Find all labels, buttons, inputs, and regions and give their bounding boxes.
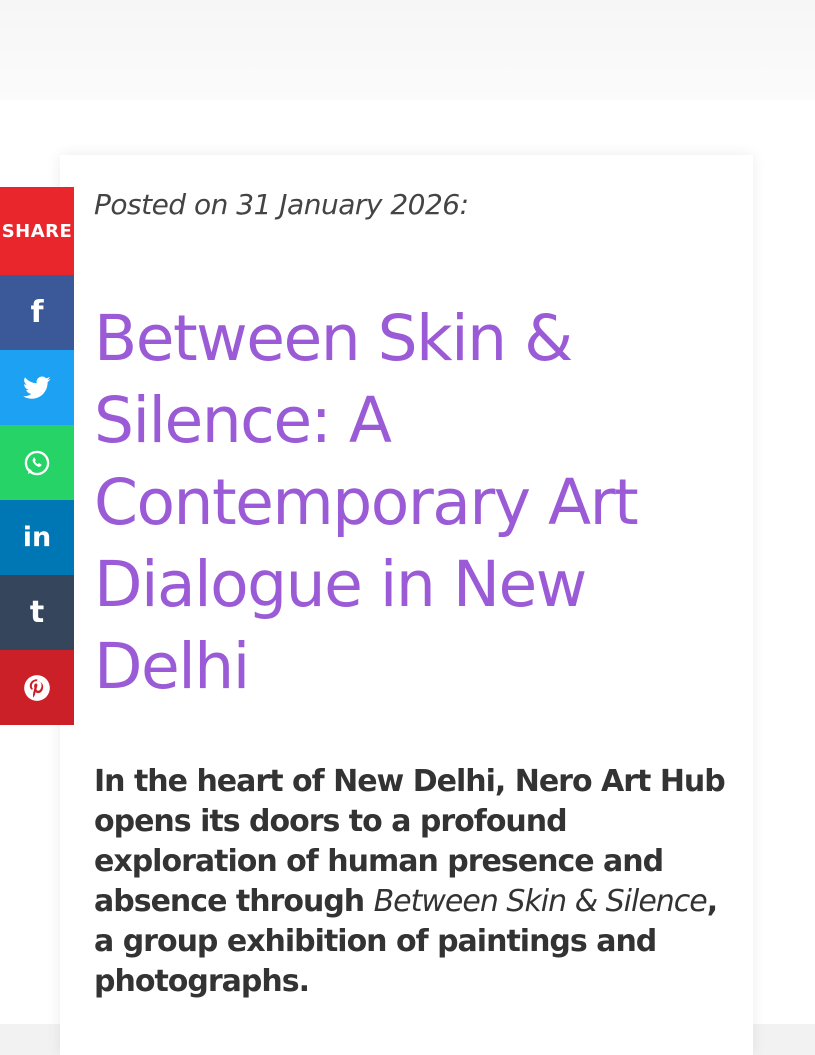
- pinterest-share-button[interactable]: [0, 650, 74, 725]
- article-lead: In the heart of New Delhi, Nero Art Hub …: [94, 762, 744, 1002]
- tumblr-icon: t: [29, 595, 45, 630]
- whatsapp-icon: [24, 450, 50, 475]
- linkedin-share-button[interactable]: in: [0, 500, 74, 575]
- twitter-share-button[interactable]: [0, 350, 74, 425]
- posted-date: Posted on 31 January 2026:: [94, 188, 469, 221]
- whatsapp-share-button[interactable]: [0, 425, 74, 500]
- linkedin-icon: in: [22, 522, 52, 553]
- facebook-icon: f: [30, 295, 44, 330]
- lead-exhibition-title: Between Skin & Silence: [373, 884, 708, 919]
- share-sidebar: SHARE f in t: [0, 187, 74, 725]
- pinterest-icon: [24, 674, 50, 701]
- browser-top-bar: [0, 0, 815, 100]
- article-title: Between Skin & Silence: A Contemporary A…: [94, 302, 639, 703]
- twitter-icon: [23, 375, 51, 399]
- tumblr-share-button[interactable]: t: [0, 575, 74, 650]
- share-label: SHARE: [0, 187, 74, 275]
- facebook-share-button[interactable]: f: [0, 275, 74, 350]
